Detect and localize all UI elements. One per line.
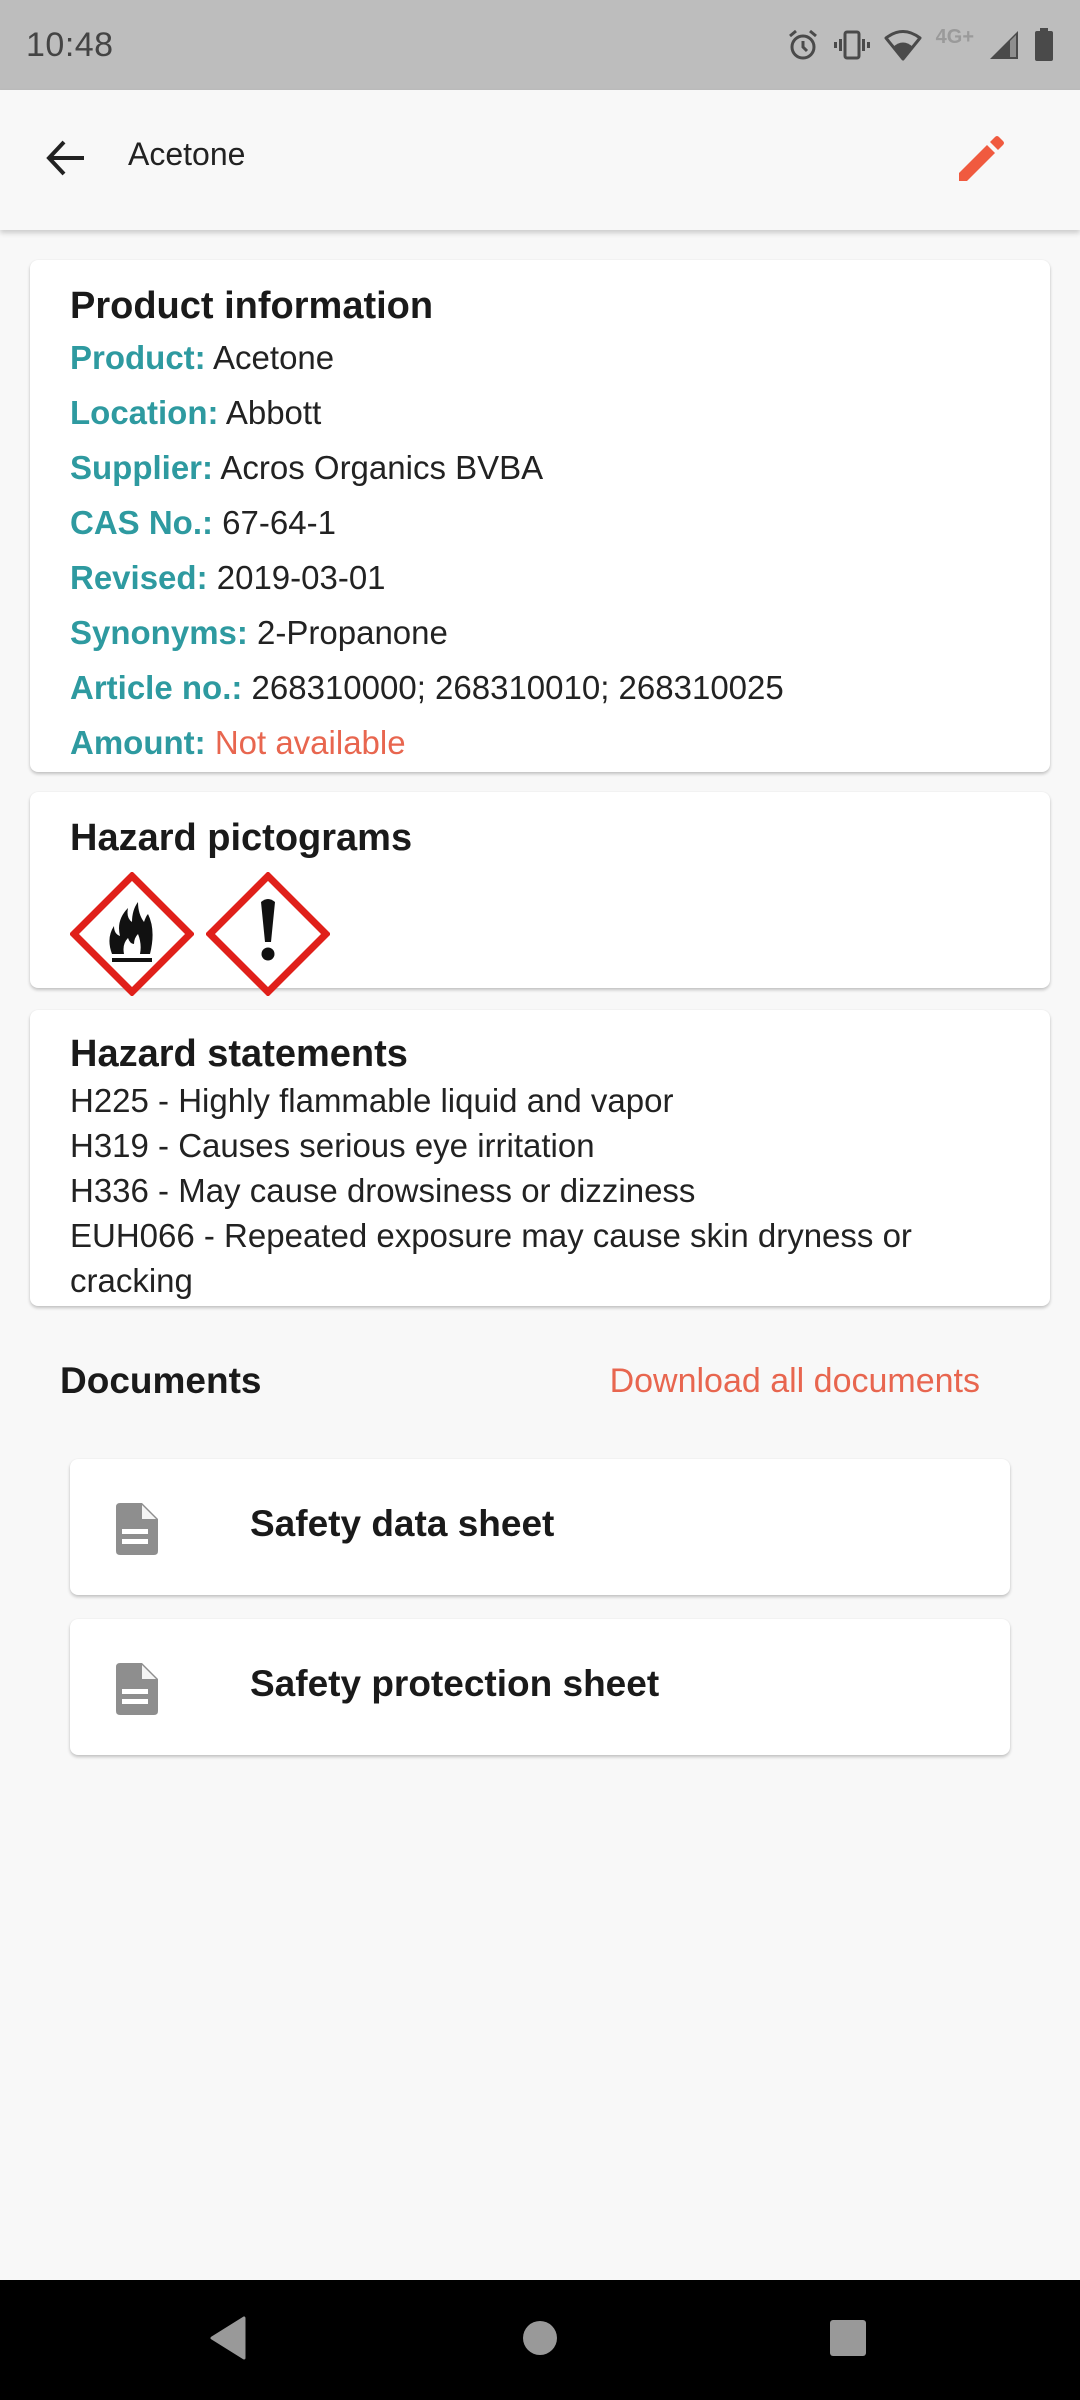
system-navigation-bar	[0, 2280, 1080, 2400]
circle-home-icon	[520, 2318, 560, 2363]
alarm-icon	[786, 28, 820, 62]
vibrate-icon	[833, 30, 870, 60]
status-icons: 4G+	[786, 25, 1054, 62]
info-value: Acros Organics BVBA	[220, 449, 544, 486]
exclamation-pictogram-icon	[205, 871, 331, 997]
info-label: Synonyms:	[70, 614, 248, 651]
info-value: Acetone	[213, 339, 335, 376]
square-recents-icon	[828, 2318, 868, 2363]
arrow-left-icon	[44, 136, 88, 185]
documents-title: Documents	[60, 1360, 262, 1401]
info-label: Product:	[70, 339, 206, 376]
info-row-cas: CAS No.: 67-64-1	[70, 495, 1010, 550]
document-icon	[116, 1663, 158, 1715]
pencil-icon	[955, 135, 1005, 190]
nav-recents-button[interactable]	[824, 2316, 872, 2364]
document-label: Safety data sheet	[250, 1503, 555, 1544]
info-label: Amount:	[70, 724, 206, 761]
info-value: 2019-03-01	[216, 559, 386, 596]
info-row-amount: Amount: Not available	[70, 715, 1010, 770]
network-type: 4G+	[935, 25, 974, 48]
info-label: Revised:	[70, 559, 208, 596]
app-bar: Acetone	[0, 90, 1080, 230]
battery-icon	[1034, 28, 1054, 62]
hazard-statement: EUH066 - Repeated exposure may cause ski…	[70, 1217, 912, 1299]
documents-header: Documents Download all documents	[60, 1360, 980, 1416]
info-label: CAS No.:	[70, 504, 213, 541]
info-row-supplier: Supplier: Acros Organics BVBA	[70, 440, 1010, 495]
triangle-back-icon	[208, 2316, 248, 2365]
status-time: 10:48	[26, 25, 114, 64]
info-value-unavailable: Not available	[214, 724, 406, 761]
document-item-safety-protection-sheet[interactable]: Safety protection sheet	[70, 1619, 1010, 1755]
nav-home-button[interactable]	[516, 2316, 564, 2364]
edit-button[interactable]	[950, 132, 1010, 192]
status-bar: 10:48 4G+	[0, 0, 1080, 90]
info-value: 268310000; 268310010; 268310025	[251, 669, 784, 706]
flame-pictogram-icon	[69, 871, 195, 997]
info-row-location: Location: Abbott	[70, 385, 1010, 440]
info-row-synonyms: Synonyms: 2-Propanone	[70, 605, 1010, 660]
info-row-article-no: Article no.: 268310000; 268310010; 26831…	[70, 660, 1010, 715]
info-value: 67-64-1	[222, 504, 336, 541]
hazard-statement: H336 - May cause drowsiness or dizziness	[70, 1172, 696, 1209]
hazard-statements-card: Hazard statements H225 - Highly flammabl…	[30, 1010, 1050, 1306]
info-label: Supplier:	[70, 449, 214, 486]
product-information-card: Product information Product: Acetone Loc…	[30, 260, 1050, 772]
info-label: Article no.:	[70, 669, 243, 706]
info-label: Location:	[70, 394, 219, 431]
section-title: Hazard pictograms	[70, 817, 413, 859]
info-row-product: Product: Acetone	[70, 330, 1010, 385]
hazard-pictograms-card: Hazard pictograms	[30, 792, 1050, 997]
hazard-statement: H319 - Causes serious eye irritation	[70, 1127, 595, 1164]
back-button[interactable]	[38, 132, 94, 188]
document-label: Safety protection sheet	[250, 1663, 660, 1704]
info-row-revised: Revised: 2019-03-01	[70, 550, 1010, 605]
document-item-safety-data-sheet[interactable]: Safety data sheet	[70, 1459, 1010, 1595]
page-title: Acetone	[128, 136, 246, 172]
info-value: 2-Propanone	[257, 614, 448, 651]
pictogram-row	[69, 871, 1010, 997]
download-all-documents-link[interactable]: Download all documents	[610, 1362, 980, 1401]
signal-icon	[988, 29, 1020, 61]
nav-back-button[interactable]	[204, 2316, 252, 2364]
info-value: Abbott	[225, 394, 322, 431]
hazard-statement: H225 - Highly flammable liquid and vapor	[70, 1082, 674, 1119]
wifi-icon	[884, 29, 922, 61]
section-title: Product information	[70, 285, 434, 327]
document-icon	[116, 1503, 158, 1555]
section-title: Hazard statements	[70, 1033, 408, 1075]
